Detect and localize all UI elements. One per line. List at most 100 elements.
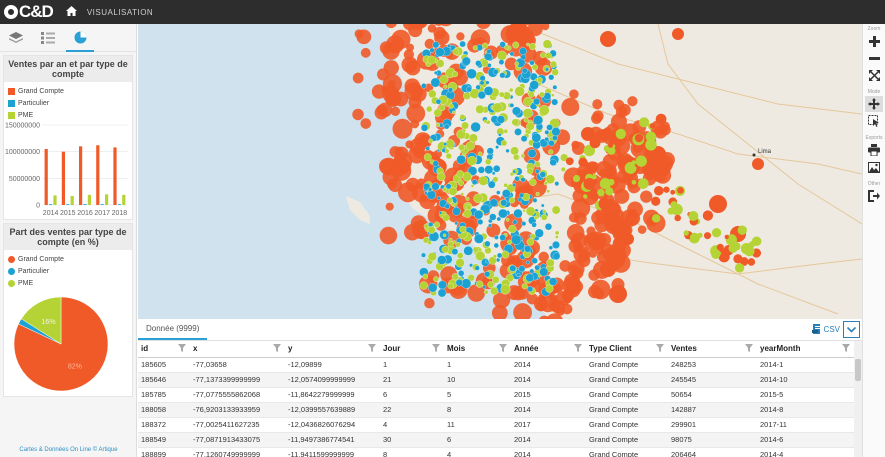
sales-bubble[interactable] bbox=[520, 135, 528, 142]
sales-bubble[interactable] bbox=[389, 146, 401, 158]
sales-bubble[interactable] bbox=[431, 182, 440, 191]
sales-bubble[interactable] bbox=[443, 142, 447, 146]
sales-bubble[interactable] bbox=[430, 77, 441, 88]
sales-bubble[interactable] bbox=[491, 171, 496, 175]
logout-button[interactable] bbox=[865, 188, 883, 204]
select-mode-button[interactable] bbox=[865, 113, 883, 129]
sales-bubble[interactable] bbox=[697, 232, 703, 238]
sales-bubble[interactable] bbox=[591, 112, 603, 124]
sales-bubble[interactable] bbox=[405, 59, 421, 76]
sales-bubble[interactable] bbox=[468, 133, 478, 143]
sales-bubble[interactable] bbox=[598, 232, 612, 247]
sales-bubble[interactable] bbox=[609, 285, 627, 303]
sales-bubble[interactable] bbox=[456, 154, 466, 165]
sales-bubble[interactable] bbox=[447, 282, 454, 290]
bar-particulier[interactable] bbox=[100, 204, 104, 205]
sales-bubble[interactable] bbox=[509, 87, 514, 93]
sales-bubble[interactable] bbox=[466, 68, 477, 79]
sales-bubble[interactable] bbox=[448, 103, 454, 109]
sales-bubble[interactable] bbox=[382, 168, 400, 186]
sales-bubble[interactable] bbox=[672, 28, 684, 40]
sales-bubble[interactable] bbox=[467, 284, 486, 302]
sales-bubble[interactable] bbox=[552, 84, 558, 90]
sales-bubble[interactable] bbox=[523, 97, 533, 107]
sales-bubble[interactable] bbox=[539, 267, 549, 277]
sales-bubble[interactable] bbox=[543, 92, 552, 101]
sales-bubble[interactable] bbox=[605, 187, 614, 196]
sales-bubble[interactable] bbox=[459, 40, 466, 48]
sales-bubble[interactable] bbox=[484, 165, 494, 175]
sales-bubble[interactable] bbox=[428, 89, 437, 99]
sales-bubble[interactable] bbox=[489, 213, 497, 221]
sales-bubble[interactable] bbox=[525, 273, 534, 283]
bar-legend-item[interactable]: Particulier bbox=[4, 97, 132, 109]
sales-bubble[interactable] bbox=[475, 60, 482, 67]
filter-icon[interactable] bbox=[842, 344, 850, 354]
sales-bubble[interactable] bbox=[456, 170, 464, 178]
sales-bubble[interactable] bbox=[481, 42, 489, 49]
column-header[interactable]: yearMonth bbox=[757, 341, 854, 358]
sales-bubble[interactable] bbox=[709, 195, 727, 213]
sales-bubble[interactable] bbox=[448, 237, 453, 243]
sales-bubble[interactable] bbox=[509, 264, 517, 272]
sales-bubble[interactable] bbox=[542, 39, 552, 49]
sales-bubble[interactable] bbox=[534, 264, 541, 271]
sales-bubble[interactable] bbox=[443, 123, 450, 130]
zoom-out-button[interactable] bbox=[865, 50, 883, 66]
sales-bubble[interactable] bbox=[537, 77, 543, 83]
sales-bubble[interactable] bbox=[421, 252, 426, 258]
sales-bubble[interactable] bbox=[387, 80, 396, 89]
sales-bubble[interactable] bbox=[561, 167, 566, 172]
sales-bubble[interactable] bbox=[492, 68, 499, 75]
sales-bubble[interactable] bbox=[493, 165, 501, 173]
sales-bubble[interactable] bbox=[483, 289, 489, 295]
sales-bubble[interactable] bbox=[583, 177, 596, 190]
bar-particulier[interactable] bbox=[117, 204, 121, 205]
sales-bubble[interactable] bbox=[482, 285, 487, 290]
sales-bubble[interactable] bbox=[564, 273, 581, 290]
sales-bubble[interactable] bbox=[465, 196, 470, 201]
sales-bubble[interactable] bbox=[474, 210, 484, 220]
sales-bubble[interactable] bbox=[555, 235, 559, 239]
sales-bubble[interactable] bbox=[597, 188, 605, 197]
table-row[interactable]: 185605 -77,03658 -12,09899 1 1 2014 Grand Comp… bbox=[138, 357, 854, 373]
sales-bubble[interactable] bbox=[588, 269, 600, 281]
column-header[interactable]: Jour bbox=[380, 341, 444, 358]
sales-bubble[interactable] bbox=[529, 80, 539, 90]
table-row[interactable]: 185785 -77,0775555862068 -11,8642279999999… bbox=[138, 387, 854, 403]
sales-bubble[interactable] bbox=[463, 245, 474, 256]
sales-bubble[interactable] bbox=[426, 105, 433, 113]
sales-bubble[interactable] bbox=[463, 209, 472, 218]
sales-bubble[interactable] bbox=[651, 214, 661, 223]
sales-bubble[interactable] bbox=[436, 122, 441, 127]
sales-bubble[interactable] bbox=[472, 246, 479, 253]
tab-charts[interactable] bbox=[64, 25, 96, 52]
sales-bubble[interactable] bbox=[352, 108, 364, 121]
sales-bubble[interactable] bbox=[427, 187, 433, 192]
sales-bubble[interactable] bbox=[445, 153, 452, 160]
sales-bubble[interactable] bbox=[452, 240, 456, 244]
sales-bubble[interactable] bbox=[492, 276, 500, 284]
sales-bubble[interactable] bbox=[533, 98, 541, 106]
export-image-button[interactable] bbox=[865, 159, 883, 175]
sales-bubble[interactable] bbox=[534, 161, 541, 168]
table-row[interactable]: 188899 -77,1260749999999 -11,9411599999999… bbox=[138, 447, 854, 457]
sales-bubble[interactable] bbox=[519, 192, 525, 198]
sales-bubble[interactable] bbox=[688, 211, 699, 222]
sales-bubble[interactable] bbox=[518, 265, 526, 273]
sales-bubble[interactable] bbox=[504, 45, 510, 50]
sales-bubble[interactable] bbox=[548, 74, 555, 81]
sales-bubble[interactable] bbox=[498, 208, 508, 219]
sales-bubble[interactable] bbox=[445, 183, 452, 190]
sales-bubble[interactable] bbox=[360, 118, 372, 129]
sales-bubble[interactable] bbox=[484, 52, 493, 61]
collapse-panel-button[interactable] bbox=[843, 321, 860, 338]
bar-grand-compte[interactable] bbox=[113, 147, 117, 205]
sales-bubble[interactable] bbox=[441, 245, 449, 254]
bar-particulier[interactable] bbox=[66, 204, 70, 205]
sales-bubble[interactable] bbox=[548, 245, 553, 250]
sales-bubble[interactable] bbox=[544, 136, 549, 142]
column-header[interactable]: Mois bbox=[444, 341, 511, 358]
sales-bubble[interactable] bbox=[484, 271, 491, 278]
sales-bubble[interactable] bbox=[535, 192, 540, 197]
